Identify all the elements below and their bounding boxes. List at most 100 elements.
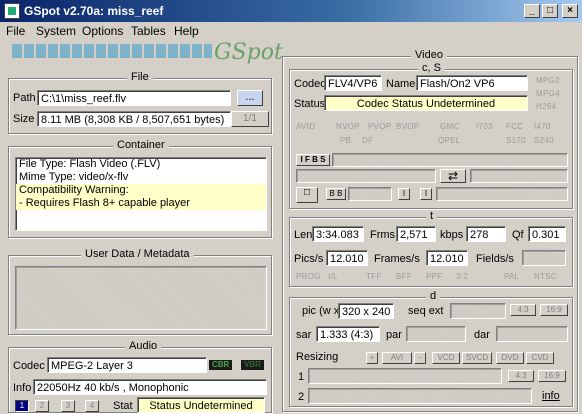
len-label: Len [294, 229, 313, 241]
size-label: Size [13, 113, 35, 125]
ntsc-tag: NTSC [534, 272, 557, 281]
i-button-1[interactable]: I [398, 188, 410, 200]
resize-minus-button[interactable]: - [414, 352, 426, 364]
stream-2-button[interactable]: 2 [35, 400, 49, 412]
i-button-2[interactable]: I [420, 188, 432, 200]
par-label: par [386, 329, 402, 341]
resize-row-1-field [308, 368, 502, 384]
video-group: Video c, S Codec FLV4/VP6 Name Flash/On2… [282, 49, 578, 412]
pics-label: Pics/s [294, 253, 324, 265]
path-label: Path [13, 92, 36, 104]
menu-system[interactable]: System [36, 24, 76, 38]
kbps-field: 278 [466, 226, 506, 242]
bb-button[interactable]: B B [326, 188, 346, 200]
resize-dvd-button[interactable]: DVD [496, 352, 524, 364]
pb-tag: PB [340, 136, 352, 145]
seq-ext-field [450, 303, 506, 319]
close-button[interactable]: × [562, 4, 578, 18]
run-icon[interactable]: ☐ [296, 187, 318, 203]
mpg4-tag: MPG4 [536, 89, 560, 98]
32-tag: 3:2 [456, 272, 469, 281]
codec-subgroup-title: c, S [418, 62, 445, 74]
frames-field: 12.010 [426, 250, 468, 266]
path-field[interactable]: C:\1\miss_reef.flv [37, 90, 231, 106]
resize-row-1-label: 1 [298, 371, 305, 383]
resize-16-9-button[interactable]: 16:9 [538, 370, 566, 382]
frms-label: Frms [370, 229, 396, 241]
audio-stat-label: Stat [113, 400, 133, 412]
dar-field [496, 326, 568, 342]
bb-field [348, 187, 392, 201]
prog-tag: PROG [296, 272, 321, 281]
maximize-button[interactable]: □ [542, 4, 558, 18]
video-group-title: Video [411, 49, 447, 61]
fields-field [522, 250, 566, 266]
tff-tag: TFF [366, 272, 382, 281]
il-tag: I/L [328, 272, 338, 281]
fcc-tag: FCC [506, 122, 524, 131]
resize-svcd-button[interactable]: SVCD [462, 352, 492, 364]
fields-label: Fields/s [476, 253, 514, 265]
ar-16-9-button[interactable]: 16:9 [540, 304, 568, 316]
audio-codec-field: MPEG-2 Layer 3 [47, 357, 207, 373]
container-group-title: Container [113, 139, 169, 151]
audio-info-label: Info [13, 382, 32, 394]
seq-ext-label: seq ext [408, 305, 444, 317]
page-indicator[interactable]: 1/1 [231, 111, 269, 127]
qf-label: Qf [512, 229, 524, 241]
pic-field: 320 x 240 [338, 303, 394, 319]
menu-file[interactable]: File [6, 24, 25, 38]
resize-avi-button[interactable]: AVI [382, 352, 412, 364]
stream-3-button[interactable]: 3 [61, 400, 75, 412]
mpg2-tag: MPG2 [536, 76, 560, 85]
ifbs-button[interactable]: I F B S [296, 154, 330, 166]
dimensions-subgroup-title: d [426, 290, 441, 302]
audio-codec-label: Codec [13, 360, 45, 372]
ar-4-3-button[interactable]: 4:3 [510, 304, 536, 316]
video-status-field: Codec Status Undetermined [324, 95, 528, 111]
resize-vcd-button[interactable]: VCD [432, 352, 460, 364]
size-field: 8.11 MB (8,308 KB / 8,507,651 bytes) [37, 111, 231, 127]
resizing-label: Resizing [296, 351, 339, 363]
resize-4-3-button[interactable]: 4:3 [508, 370, 534, 382]
qf-field: 0.301 [528, 226, 566, 242]
sar-label: sar [296, 329, 312, 341]
audio-stat-field: Status Undetermined [137, 397, 265, 413]
browse-button[interactable]: ... [237, 90, 263, 106]
video-codec-field: FLV4/VP6 [324, 75, 382, 91]
df-tag: DF [362, 136, 374, 145]
pal-tag: PAL [504, 272, 520, 281]
frms-field: 2,571 [396, 226, 436, 242]
timing-subgroup: t Len 3:34.083 Frms 2,571 kbps 278 Qf 0.… [289, 210, 573, 287]
s240-tag: S240 [534, 136, 554, 145]
stream-1-button[interactable]: 1 [15, 400, 29, 412]
user-data-box [15, 266, 267, 330]
audio-group-title: Audio [125, 340, 162, 352]
info-link[interactable]: info [542, 390, 560, 402]
dar-label: dar [474, 329, 490, 341]
s170-tag: S170 [506, 136, 526, 145]
stream-4-button[interactable]: 4 [85, 400, 99, 412]
resize-cvd-button[interactable]: CVD [526, 352, 554, 364]
cbr-tag: CBR [209, 360, 233, 370]
swap-icon[interactable]: ⇄ [440, 169, 466, 183]
app-icon [4, 3, 20, 19]
bff-tag: BFF [396, 272, 413, 281]
video-codec-label: Codec [294, 78, 326, 90]
menu-help[interactable]: Help [174, 24, 199, 38]
avid-tag: AVID [296, 122, 316, 131]
frames-label: Frames/s [374, 253, 420, 265]
resize-plus-button[interactable]: + [366, 352, 378, 364]
i470-tag: I470 [534, 122, 551, 131]
video-name-field: Flash/On2 VP6 [416, 75, 528, 91]
resize-row-2-field [308, 388, 532, 404]
minimize-button[interactable]: _ [524, 4, 540, 18]
menu-tables[interactable]: Tables [131, 24, 166, 38]
resize-row-2-label: 2 [298, 391, 305, 403]
par-field [406, 326, 466, 342]
list-item: File Type: Flash Video (.FLV) [19, 158, 161, 170]
qpel-tag: QPEL [438, 136, 461, 145]
menu-options[interactable]: Options [82, 24, 123, 38]
title-bar: GSpot v2.70a: miss_reef _ □ × [0, 0, 582, 22]
video-status-label: Status [294, 98, 326, 110]
